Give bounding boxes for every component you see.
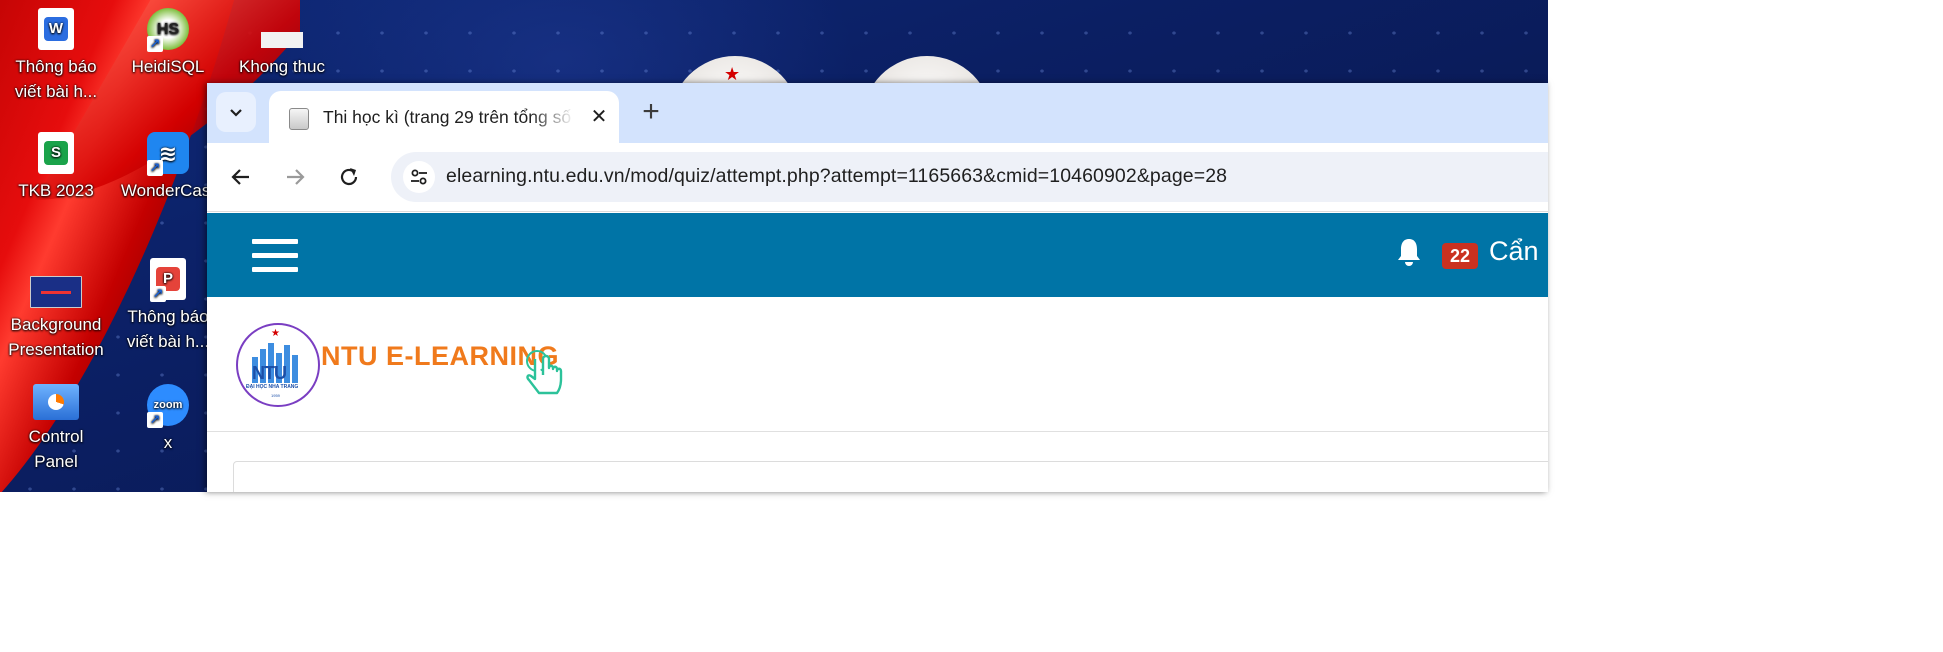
logo-emblem-year: 1959 <box>271 393 280 398</box>
tab-strip: Thi học kì (trang 29 trên tổng số ✕ + <box>207 83 1548 143</box>
page-favicon-icon <box>289 108 309 130</box>
browser-window: Thi học kì (trang 29 trên tổng số ✕ + el… <box>207 83 1548 492</box>
shortcut-arrow-icon: ↗ <box>150 286 166 302</box>
hand-pointer-icon <box>526 350 563 395</box>
desktop-icon-label: WonderCast <box>120 181 216 200</box>
desktop-icon-thong-bao-doc[interactable]: W Thông báo viết bài h... <box>6 8 106 104</box>
desktop-icon-wondercast[interactable]: ≋ ↗ WonderCast <box>118 132 218 203</box>
image-file-icon <box>261 8 303 50</box>
chevron-down-icon <box>230 109 242 117</box>
desktop-icon-label: Control Panel <box>28 427 84 471</box>
desktop-icon-background-presentation[interactable]: Background Presentation <box>6 264 106 362</box>
control-panel-icon <box>33 384 79 420</box>
desktop-icon-label: HeidiSQL <box>131 57 205 76</box>
menu-icon[interactable] <box>252 239 298 273</box>
wps-writer-icon: W <box>38 8 74 50</box>
desktop-icon-khong-thuc[interactable]: Khong thuc <box>232 8 332 79</box>
address-bar[interactable]: elearning.ntu.edu.vn/mod/quiz/attempt.ph… <box>391 152 1548 202</box>
notification-count-badge: 22 <box>1442 243 1478 269</box>
close-icon[interactable]: ✕ <box>587 105 611 129</box>
content-card <box>233 461 1548 492</box>
user-menu[interactable]: Cẩn <box>1489 236 1539 267</box>
wps-spreadsheet-icon: S <box>38 132 74 174</box>
tab-title: Thi học kì (trang 29 trên tổng số <box>323 107 572 127</box>
desktop-icon-label: TKB 2023 <box>18 181 94 200</box>
site-navbar: 22 Cẩn <box>207 213 1548 297</box>
desktop-icon-thong-bao-pdf[interactable]: P ↗ Thông báo viết bài h... <box>118 258 218 354</box>
wondercast-icon: ≋ ↗ <box>147 132 189 176</box>
desktop-icon-label: Thông báo viết bài h... <box>14 57 98 101</box>
site-info-button[interactable] <box>403 161 435 193</box>
shortcut-arrow-icon: ↗ <box>147 160 163 176</box>
tab-search-button[interactable] <box>216 92 256 132</box>
desktop-icon-heidisql[interactable]: HS ↗ HeidiSQL <box>118 8 218 79</box>
shortcut-arrow-icon: ↗ <box>147 36 163 52</box>
wps-pdf-icon: P ↗ <box>150 258 186 302</box>
logo-emblem-subtitle: ĐẠI HỌC NHA TRANG <box>246 384 299 390</box>
desktop-icon-label: x <box>163 433 173 452</box>
tune-icon <box>411 169 427 185</box>
reload-icon <box>340 168 358 186</box>
back-button[interactable] <box>225 161 257 193</box>
desktop-icon-label: Khong thuc <box>238 57 325 76</box>
desktop-icon-label: Background Presentation <box>8 315 104 359</box>
heidisql-icon: HS ↗ <box>147 8 189 52</box>
presentation-thumbnail-icon <box>30 276 82 308</box>
arrow-right-icon <box>287 169 305 185</box>
bell-icon[interactable] <box>1395 236 1423 268</box>
logo-emblem-text: NTU <box>252 363 287 383</box>
browser-toolbar: elearning.ntu.edu.vn/mod/quiz/attempt.ph… <box>207 143 1548 212</box>
ntu-logo-emblem[interactable]: ★ NTU ĐẠI HỌC NHA TRANG 1959 <box>236 323 320 407</box>
desktop-icon-zoom[interactable]: zoom ↗ x <box>118 384 218 455</box>
arrow-left-icon <box>231 169 249 185</box>
zoom-icon: zoom ↗ <box>147 384 189 428</box>
desktop-icon-label: Thông báo viết bài h... <box>126 307 210 351</box>
reload-button[interactable] <box>333 161 365 193</box>
page-header: ★ NTU ĐẠI HỌC NHA TRANG 1959 NTU E-LEARN… <box>207 297 1548 432</box>
new-tab-button[interactable]: + <box>635 97 667 129</box>
desktop-icon-control-panel[interactable]: Control Panel <box>6 384 106 474</box>
tab-active[interactable]: Thi học kì (trang 29 trên tổng số ✕ <box>269 91 619 143</box>
url-text: elearning.ntu.edu.vn/mod/quiz/attempt.ph… <box>446 165 1228 187</box>
forward-button[interactable] <box>279 161 311 193</box>
desktop-icon-tkb-2023[interactable]: S TKB 2023 <box>6 132 106 203</box>
shortcut-arrow-icon: ↗ <box>147 412 163 428</box>
